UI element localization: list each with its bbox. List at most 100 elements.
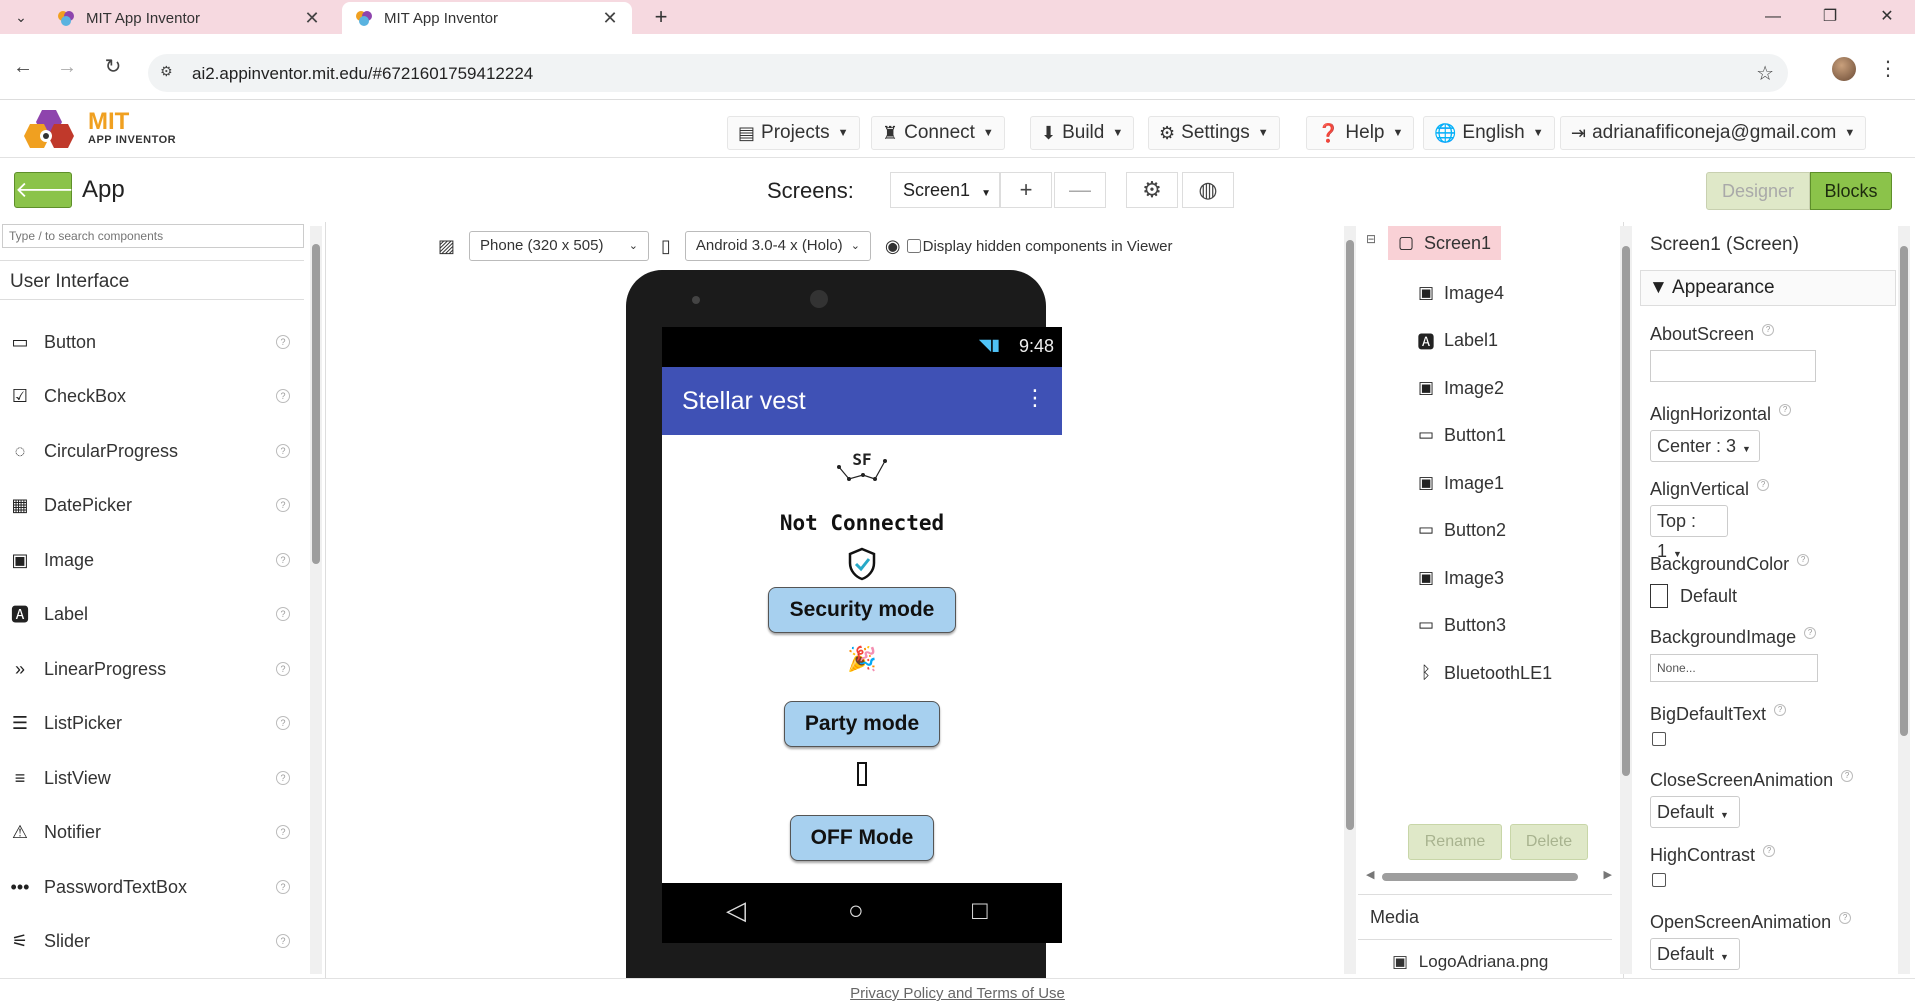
nav-recents-icon[interactable]: □ [972, 895, 988, 926]
help-question-icon[interactable]: ? [276, 389, 290, 403]
new-tab-icon[interactable]: + [648, 4, 674, 30]
tree-item-bluetoothle1[interactable]: ᛒ BluetoothLE1 [1414, 656, 1552, 690]
delete-button[interactable]: Delete [1510, 824, 1588, 860]
bigdefaulttext-checkbox[interactable] [1652, 732, 1666, 746]
palette-item-label[interactable]: 🅰 Label ? [0, 592, 304, 636]
screen-select[interactable]: Screen1 ▼ [890, 172, 1000, 208]
party-mode-button[interactable]: Party mode [784, 701, 940, 747]
palette-item-notifier[interactable]: ⚠ Notifier ? [0, 810, 304, 854]
properties-scrollbar[interactable] [1898, 226, 1910, 974]
account-menu[interactable]: ⇥ adrianafificoneja@gmail.com ▼ [1560, 116, 1867, 150]
palette-item-linearprogress[interactable]: » LinearProgress ? [0, 647, 304, 691]
restore-icon[interactable]: ❐ [1815, 4, 1845, 30]
forward-arrow-icon[interactable]: → [52, 52, 82, 82]
overflow-menu-icon[interactable]: ⋮ [1024, 385, 1046, 411]
off-mode-button[interactable]: OFF Mode [790, 815, 934, 861]
connect-menu[interactable]: ♜ Connect ▼ [871, 116, 1005, 150]
privacy-policy-link[interactable]: Privacy Policy and Terms of Use [850, 985, 1065, 1002]
image2-shield[interactable] [662, 547, 1062, 586]
scroll-left-icon[interactable]: ◀ [1366, 868, 1374, 881]
palette-item-listview[interactable]: ≡ ListView ? [0, 756, 304, 800]
tree-item-label1[interactable]: 🅰 Label1 [1414, 323, 1499, 357]
tree-horizontal-scrollbar[interactable]: ◀ ▶ [1366, 868, 1612, 884]
security-mode-button[interactable]: Security mode [768, 587, 956, 633]
tree-scrollbar[interactable] [1620, 226, 1632, 974]
close-window-icon[interactable]: ✕ [1872, 4, 1902, 30]
tree-item-image3[interactable]: ▣ Image3 [1414, 561, 1504, 595]
scrollbar-thumb[interactable] [1622, 246, 1630, 776]
scroll-right-icon[interactable]: ▶ [1604, 868, 1612, 881]
projects-menu[interactable]: ▤ Projects ▼ [727, 116, 860, 150]
help-question-icon[interactable]: ? [276, 444, 290, 458]
tree-item-image4[interactable]: ▣ Image4 [1414, 276, 1504, 310]
alignvertical-select[interactable]: Top : 1 ▼ [1650, 505, 1728, 561]
viewer-scrollbar[interactable] [1344, 226, 1356, 974]
aboutscreen-textarea[interactable] [1650, 350, 1816, 382]
help-question-icon[interactable]: ? [1762, 324, 1775, 336]
settings-menu[interactable]: ⚙ Settings ▼ [1148, 116, 1280, 150]
palette-item-datepicker[interactable]: ▦ DatePicker ? [0, 483, 304, 527]
app-title-bar[interactable]: Stellar vest ⋮ [662, 367, 1062, 435]
help-question-icon[interactable]: ? [276, 553, 290, 567]
nav-back-icon[interactable]: ◁ [726, 895, 746, 926]
palette-item-circularprogress[interactable]: ◌ CircularProgress ? [0, 429, 304, 473]
blocks-button[interactable]: Blocks [1810, 172, 1892, 210]
browser-tab-1[interactable]: MIT App Inventor ✕ [44, 2, 334, 34]
help-question-icon[interactable]: ? [1763, 845, 1776, 857]
tree-item-button3[interactable]: ▭ Button3 [1414, 608, 1506, 642]
palette-category-user-interface[interactable]: User Interface [0, 260, 304, 300]
build-menu[interactable]: ⬇ Build ▼ [1030, 116, 1135, 150]
scrollbar-thumb[interactable] [312, 244, 320, 564]
theme-select[interactable]: Android 3.0-4 x (Holo) ⌄ [684, 231, 871, 261]
project-properties-button[interactable]: ⚙ [1126, 172, 1178, 208]
publish-globe-button[interactable]: ◍ [1182, 172, 1234, 208]
tree-item-button2[interactable]: ▭ Button2 [1414, 513, 1506, 547]
url-text[interactable]: ai2.appinventor.mit.edu/#672160175941222… [192, 64, 533, 84]
site-settings-icon[interactable]: ⚙ [160, 63, 180, 83]
palette-item-checkbox[interactable]: ☑ CheckBox ? [0, 374, 304, 418]
profile-avatar[interactable] [1832, 57, 1856, 81]
designer-button[interactable]: Designer [1706, 172, 1810, 210]
backgroundimage-picker[interactable]: None... [1650, 654, 1818, 682]
help-question-icon[interactable]: ? [1839, 912, 1852, 924]
palette-item-slider[interactable]: ⚟ Slider ? [0, 919, 304, 963]
minimize-icon[interactable]: — [1758, 4, 1788, 30]
tree-item-image2[interactable]: ▣ Image2 [1414, 371, 1504, 405]
palette-item-passwordtextbox[interactable]: ••• PasswordTextBox ? [0, 865, 304, 909]
alignhorizontal-select[interactable]: Center : 3 ▼ [1650, 430, 1760, 462]
color-swatch[interactable] [1650, 584, 1668, 608]
scrollbar-thumb[interactable] [1900, 246, 1908, 736]
palette-scrollbar[interactable] [310, 226, 322, 974]
image4-logo[interactable]: SF [662, 449, 1062, 490]
help-question-icon[interactable]: ? [276, 716, 290, 730]
palette-item-listpicker[interactable]: ☰ ListPicker ? [0, 701, 304, 745]
help-question-icon[interactable]: ? [1779, 404, 1792, 416]
help-question-icon[interactable]: ? [1774, 704, 1787, 716]
openscreenanimation-select[interactable]: Default ▼ [1650, 938, 1740, 970]
help-question-icon[interactable]: ? [1797, 554, 1810, 566]
help-question-icon[interactable]: ? [276, 662, 290, 676]
browser-menu-icon[interactable]: ⋮ [1878, 56, 1898, 81]
remove-screen-button[interactable]: — [1054, 172, 1106, 208]
help-question-icon[interactable]: ? [276, 771, 290, 785]
help-question-icon[interactable]: ? [276, 607, 290, 621]
scrollbar-thumb[interactable] [1382, 873, 1578, 881]
scrollbar-thumb[interactable] [1346, 240, 1354, 830]
help-question-icon[interactable]: ? [276, 498, 290, 512]
address-bar[interactable]: ⚙ ai2.appinventor.mit.edu/#6721601759412… [148, 54, 1788, 92]
highcontrast-checkbox[interactable] [1652, 873, 1666, 887]
collapse-toggle-icon[interactable]: ⊟ [1366, 232, 1376, 246]
browser-tab-2[interactable]: MIT App Inventor ✕ [342, 2, 632, 34]
tree-item-image1[interactable]: ▣ Image1 [1414, 466, 1504, 500]
closescreenanimation-select[interactable]: Default ▼ [1650, 796, 1740, 828]
help-question-icon[interactable]: ? [276, 880, 290, 894]
mit-app-inventor-logo[interactable]: MIT APP INVENTOR [22, 104, 182, 154]
tree-item-button1[interactable]: ▭ Button1 [1414, 418, 1506, 452]
rename-button[interactable]: Rename [1408, 824, 1502, 860]
tab-search-button[interactable]: ⌄ [10, 6, 32, 28]
help-question-icon[interactable]: ? [276, 825, 290, 839]
tab-close-icon[interactable]: ✕ [600, 8, 620, 29]
palette-search-input[interactable] [2, 224, 304, 248]
help-question-icon[interactable]: ? [276, 335, 290, 349]
tab-close-icon[interactable]: ✕ [302, 8, 322, 29]
